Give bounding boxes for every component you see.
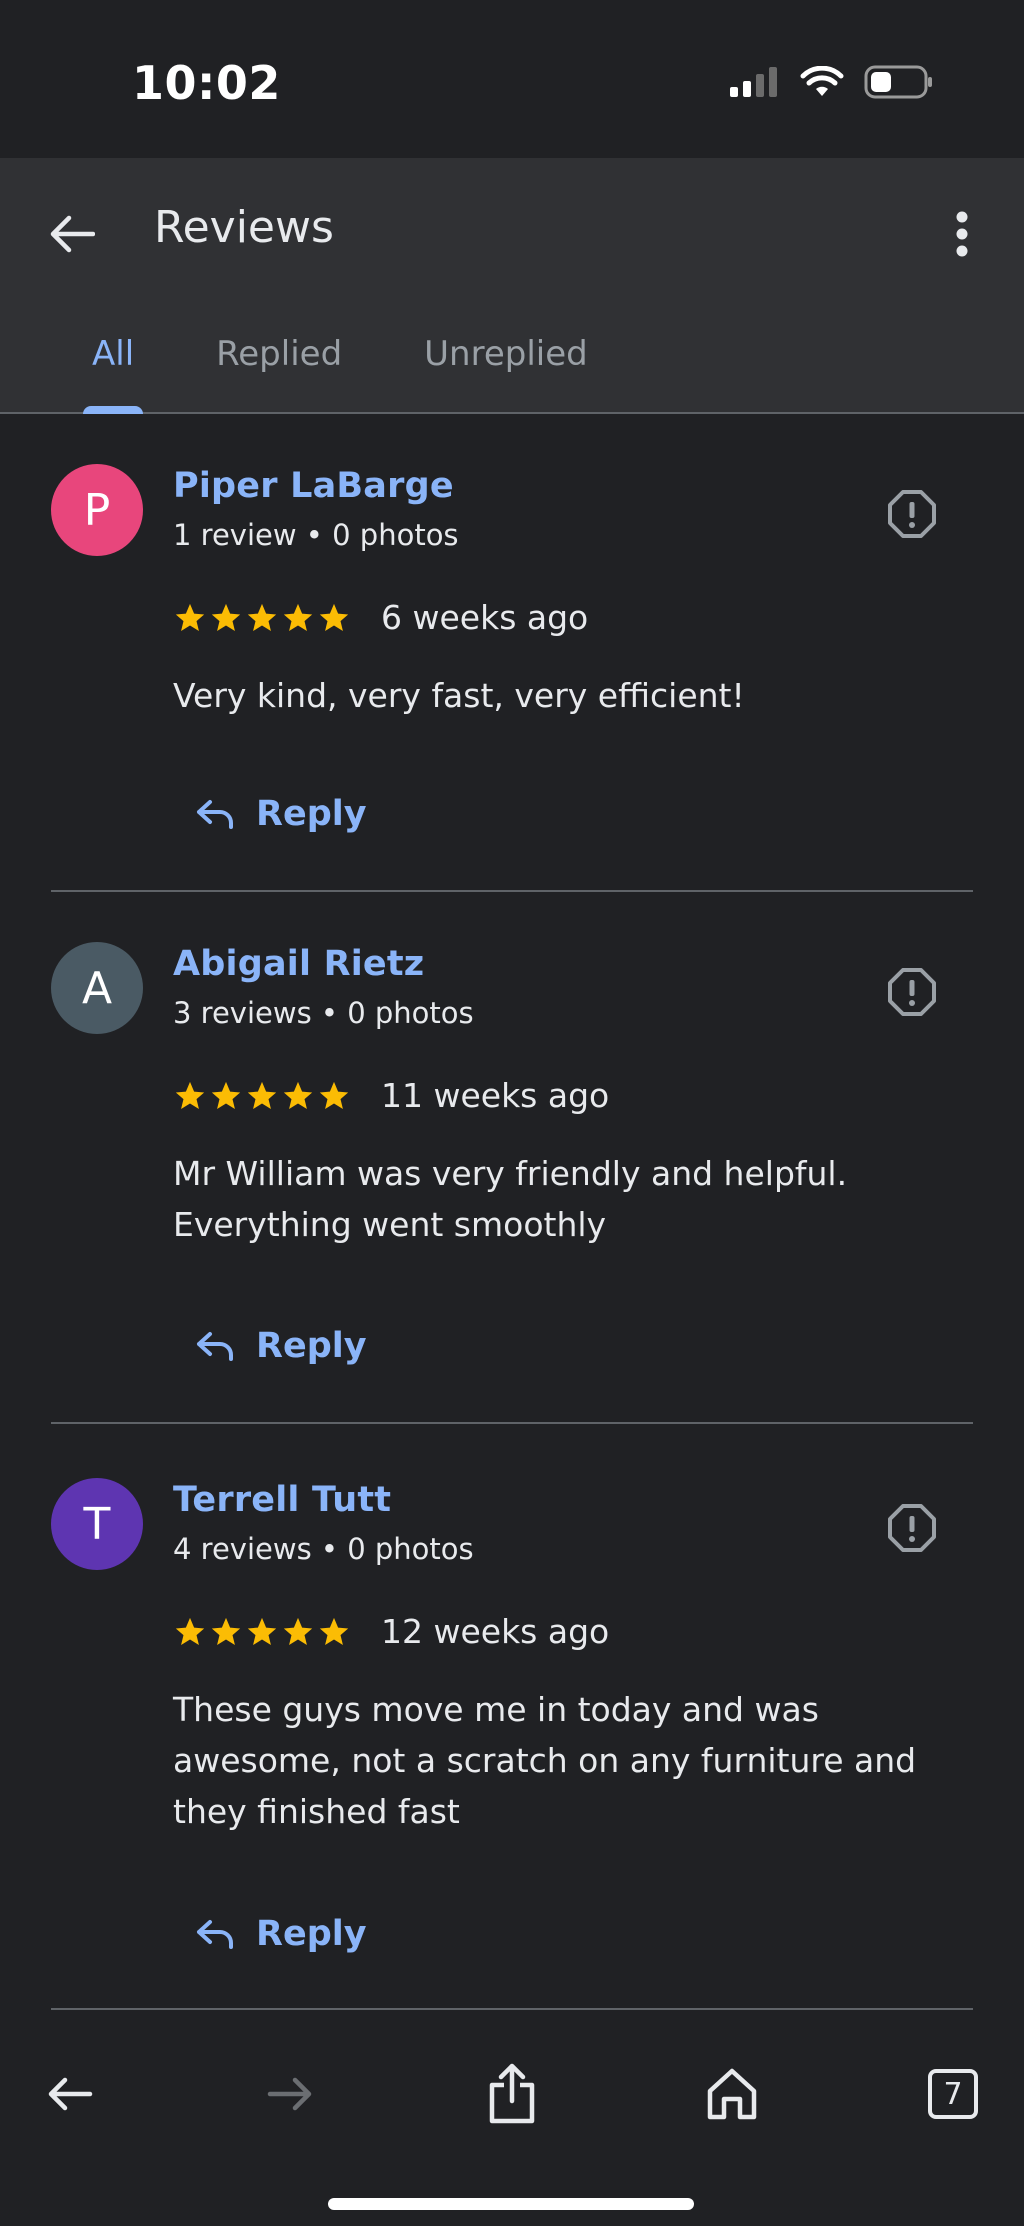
tab-unreplied[interactable]: Unreplied	[424, 304, 588, 414]
review-date: 6 weeks ago	[381, 598, 589, 637]
browser-toolbar: 7	[0, 2024, 1024, 2226]
avatar[interactable]: P	[51, 464, 143, 556]
avatar[interactable]: T	[51, 1478, 143, 1570]
star-icon	[175, 603, 205, 631]
active-tab-indicator	[83, 406, 144, 414]
reply-icon	[197, 1920, 233, 1949]
more-options-button[interactable]	[938, 202, 986, 266]
star-icon	[211, 603, 241, 631]
reviewer-name[interactable]: Terrell Tutt	[173, 1480, 391, 1520]
home-icon	[707, 2068, 757, 2120]
star-icon	[283, 1081, 313, 1109]
reviewer-name[interactable]: Piper LaBarge	[173, 466, 454, 506]
reviewer-meta: 4 reviews • 0 photos	[173, 1532, 474, 1566]
browser-back-button[interactable]	[34, 2058, 106, 2130]
reviewer-name[interactable]: Abigail Rietz	[173, 944, 424, 984]
wifi-icon	[800, 66, 844, 96]
status-time: 10:02	[132, 56, 281, 110]
rating-row: 11 weeks ago	[173, 1076, 609, 1115]
star-icon	[247, 1617, 277, 1645]
reply-icon	[197, 800, 233, 829]
browser-forward-button[interactable]	[254, 2058, 326, 2130]
arrow-left-icon	[48, 2077, 93, 2111]
star-rating	[173, 1079, 351, 1113]
star-icon	[175, 1617, 205, 1645]
star-rating	[173, 1615, 351, 1649]
star-icon	[319, 1617, 349, 1645]
review-date: 11 weeks ago	[381, 1076, 610, 1115]
reviewer-meta: 3 reviews • 0 photos	[173, 996, 474, 1030]
reply-button[interactable]: Reply	[196, 1316, 367, 1376]
reply-label: Reply	[256, 794, 367, 834]
arrow-right-icon	[267, 2077, 312, 2111]
report-octagon-icon	[888, 968, 936, 1016]
reply-button[interactable]: Reply	[196, 1904, 367, 1964]
report-octagon-icon	[888, 1504, 936, 1552]
home-button[interactable]	[696, 2058, 768, 2130]
reply-button[interactable]: Reply	[196, 784, 367, 844]
star-icon	[247, 603, 277, 631]
arrow-left-icon	[50, 215, 95, 253]
report-button[interactable]	[884, 964, 940, 1020]
back-button[interactable]	[44, 206, 100, 262]
tab-label: Replied	[216, 334, 343, 374]
divider	[51, 1422, 973, 1424]
reply-label: Reply	[256, 1914, 367, 1954]
reply-label: Reply	[256, 1326, 367, 1366]
star-icon	[283, 1617, 313, 1645]
app-bar: Reviews All Replied Unreplied	[0, 158, 1024, 414]
star-rating	[173, 601, 351, 635]
star-icon	[247, 1081, 277, 1109]
tab-replied[interactable]: Replied	[216, 304, 342, 414]
tab-all[interactable]: All	[83, 304, 144, 414]
reviewer-meta: 1 review • 0 photos	[173, 518, 459, 552]
review-text: Mr William was very friendly and helpful…	[173, 1154, 848, 1244]
report-octagon-icon	[888, 490, 936, 538]
status-icons	[730, 62, 934, 102]
review-tabs: All Replied Unreplied	[0, 304, 588, 414]
review-text: These guys move me in today and was awes…	[173, 1690, 917, 1831]
star-icon	[175, 1081, 205, 1109]
share-icon	[489, 2063, 535, 2124]
more-vert-icon	[956, 211, 968, 257]
tab-switcher-button[interactable]: 7	[917, 2058, 989, 2130]
star-icon	[211, 1617, 241, 1645]
report-button[interactable]	[884, 486, 940, 542]
tabs-icon: 7	[928, 2069, 978, 2119]
share-button[interactable]	[476, 2058, 548, 2130]
rating-row: 12 weeks ago	[173, 1612, 609, 1651]
report-button[interactable]	[884, 1500, 940, 1556]
divider	[51, 2008, 973, 2010]
star-icon	[211, 1081, 241, 1109]
battery-icon	[864, 65, 932, 99]
home-indicator	[328, 2198, 694, 2210]
star-icon	[283, 603, 313, 631]
signal-icon	[730, 67, 777, 97]
star-icon	[319, 603, 349, 631]
rating-row: 6 weeks ago	[173, 598, 588, 637]
status-bar: 10:02	[0, 0, 1024, 158]
page-title: Reviews	[154, 202, 334, 253]
review-text: Very kind, very fast, very efficient!	[173, 676, 745, 715]
avatar[interactable]: A	[51, 942, 143, 1034]
tab-label: Unreplied	[424, 334, 588, 374]
divider	[51, 890, 973, 892]
star-icon	[319, 1081, 349, 1109]
reply-icon	[197, 1332, 233, 1361]
review-date: 12 weeks ago	[381, 1612, 610, 1651]
tab-label: All	[92, 334, 135, 374]
